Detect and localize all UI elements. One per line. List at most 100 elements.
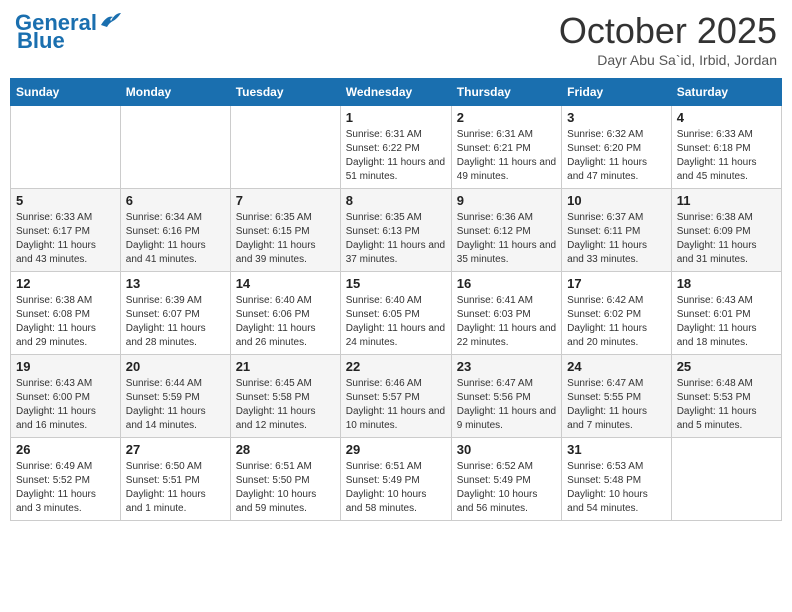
day-info: Sunrise: 6:38 AM Sunset: 6:09 PM Dayligh… — [677, 211, 776, 267]
calendar-cell: 19 Sunrise: 6:43 AM Sunset: 6:00 PM Dayli… — [11, 355, 121, 438]
day-number: 18 — [677, 276, 776, 291]
day-number: 29 — [346, 442, 446, 457]
day-number: 23 — [457, 359, 556, 374]
day-info: Sunrise: 6:35 AM Sunset: 6:15 PM Dayligh… — [236, 211, 335, 267]
weekday-header-friday: Friday — [562, 79, 672, 106]
day-info: Sunrise: 6:40 AM Sunset: 6:05 PM Dayligh… — [346, 294, 446, 350]
day-info: Sunrise: 6:33 AM Sunset: 6:18 PM Dayligh… — [677, 128, 776, 184]
day-info: Sunrise: 6:36 AM Sunset: 6:12 PM Dayligh… — [457, 211, 556, 267]
calendar-week-row: 19 Sunrise: 6:43 AM Sunset: 6:00 PM Dayli… — [11, 355, 782, 438]
location-subtitle: Dayr Abu Sa`id, Irbid, Jordan — [559, 52, 777, 68]
calendar-cell: 28 Sunrise: 6:51 AM Sunset: 5:50 PM Dayli… — [230, 438, 340, 521]
day-info: Sunrise: 6:49 AM Sunset: 5:52 PM Dayligh… — [16, 460, 115, 516]
day-number: 1 — [346, 110, 446, 125]
day-number: 28 — [236, 442, 335, 457]
day-number: 10 — [567, 193, 666, 208]
day-number: 25 — [677, 359, 776, 374]
calendar-cell: 2Sunrise: 6:31 AM Sunset: 6:21 PM Daylig… — [451, 106, 561, 189]
calendar-week-row: 12Sunrise: 6:38 AM Sunset: 6:08 PM Dayli… — [11, 272, 782, 355]
day-number: 5 — [16, 193, 115, 208]
month-title: October 2025 — [559, 10, 777, 52]
day-number: 4 — [677, 110, 776, 125]
calendar-cell — [671, 438, 781, 521]
day-number: 19 — [16, 359, 115, 374]
calendar-cell: 14 Sunrise: 6:40 AM Sunset: 6:06 PM Dayli… — [230, 272, 340, 355]
day-info: Sunrise: 6:43 AM Sunset: 6:01 PM Dayligh… — [677, 294, 776, 350]
day-number: 17 — [567, 276, 666, 291]
day-info: Sunrise: 6:48 AM Sunset: 5:53 PM Dayligh… — [677, 377, 776, 433]
day-info: Sunrise: 6:40 AM Sunset: 6:06 PM Dayligh… — [236, 294, 335, 350]
day-number: 15 — [346, 276, 446, 291]
calendar-cell: 21Sunrise: 6:45 AM Sunset: 5:58 PM Dayli… — [230, 355, 340, 438]
calendar-cell: 9Sunrise: 6:36 AM Sunset: 6:12 PM Daylig… — [451, 189, 561, 272]
calendar-week-row: 26 Sunrise: 6:49 AM Sunset: 5:52 PM Dayli… — [11, 438, 782, 521]
calendar-cell: 17 Sunrise: 6:42 AM Sunset: 6:02 PM Dayli… — [562, 272, 672, 355]
calendar-cell: 7 Sunrise: 6:35 AM Sunset: 6:15 PM Daylig… — [230, 189, 340, 272]
calendar-table: SundayMondayTuesdayWednesdayThursdayFrid… — [10, 78, 782, 521]
weekday-header-sunday: Sunday — [11, 79, 121, 106]
day-number: 27 — [126, 442, 225, 457]
calendar-cell: 26 Sunrise: 6:49 AM Sunset: 5:52 PM Dayli… — [11, 438, 121, 521]
day-number: 22 — [346, 359, 446, 374]
calendar-cell: 23 Sunrise: 6:47 AM Sunset: 5:56 PM Dayli… — [451, 355, 561, 438]
day-number: 6 — [126, 193, 225, 208]
calendar-cell: 3 Sunrise: 6:32 AM Sunset: 6:20 PM Daylig… — [562, 106, 672, 189]
day-info: Sunrise: 6:52 AM Sunset: 5:49 PM Dayligh… — [457, 460, 556, 516]
calendar-cell — [230, 106, 340, 189]
day-info: Sunrise: 6:47 AM Sunset: 5:56 PM Dayligh… — [457, 377, 556, 433]
logo-blue-text: Blue — [17, 28, 65, 54]
weekday-header-wednesday: Wednesday — [340, 79, 451, 106]
day-number: 3 — [567, 110, 666, 125]
calendar-cell: 27 Sunrise: 6:50 AM Sunset: 5:51 PM Dayli… — [120, 438, 230, 521]
calendar-cell: 11 Sunrise: 6:38 AM Sunset: 6:09 PM Dayli… — [671, 189, 781, 272]
calendar-cell: 13Sunrise: 6:39 AM Sunset: 6:07 PM Dayli… — [120, 272, 230, 355]
calendar-cell: 10 Sunrise: 6:37 AM Sunset: 6:11 PM Dayli… — [562, 189, 672, 272]
day-number: 2 — [457, 110, 556, 125]
calendar-cell: 31Sunrise: 6:53 AM Sunset: 5:48 PM Dayli… — [562, 438, 672, 521]
day-info: Sunrise: 6:43 AM Sunset: 6:00 PM Dayligh… — [16, 377, 115, 433]
weekday-header-monday: Monday — [120, 79, 230, 106]
weekday-header-thursday: Thursday — [451, 79, 561, 106]
day-number: 30 — [457, 442, 556, 457]
calendar-cell: 15 Sunrise: 6:40 AM Sunset: 6:05 PM Dayli… — [340, 272, 451, 355]
day-info: Sunrise: 6:51 AM Sunset: 5:49 PM Dayligh… — [346, 460, 446, 516]
page-header: General Blue October 2025 Dayr Abu Sa`id… — [10, 10, 782, 68]
logo-bird-icon — [99, 11, 121, 29]
calendar-cell: 25 Sunrise: 6:48 AM Sunset: 5:53 PM Dayli… — [671, 355, 781, 438]
day-info: Sunrise: 6:47 AM Sunset: 5:55 PM Dayligh… — [567, 377, 666, 433]
calendar-cell: 18 Sunrise: 6:43 AM Sunset: 6:01 PM Dayli… — [671, 272, 781, 355]
day-info: Sunrise: 6:45 AM Sunset: 5:58 PM Dayligh… — [236, 377, 335, 433]
day-info: Sunrise: 6:38 AM Sunset: 6:08 PM Dayligh… — [16, 294, 115, 350]
calendar-week-row: 1 Sunrise: 6:31 AM Sunset: 6:22 PM Daylig… — [11, 106, 782, 189]
calendar-cell: 30 Sunrise: 6:52 AM Sunset: 5:49 PM Dayli… — [451, 438, 561, 521]
calendar-cell: 29 Sunrise: 6:51 AM Sunset: 5:49 PM Dayli… — [340, 438, 451, 521]
calendar-cell: 20Sunrise: 6:44 AM Sunset: 5:59 PM Dayli… — [120, 355, 230, 438]
day-number: 13 — [126, 276, 225, 291]
day-number: 7 — [236, 193, 335, 208]
calendar-cell: 5Sunrise: 6:33 AM Sunset: 6:17 PM Daylig… — [11, 189, 121, 272]
day-info: Sunrise: 6:50 AM Sunset: 5:51 PM Dayligh… — [126, 460, 225, 516]
day-number: 8 — [346, 193, 446, 208]
calendar-cell: 22Sunrise: 6:46 AM Sunset: 5:57 PM Dayli… — [340, 355, 451, 438]
day-number: 16 — [457, 276, 556, 291]
calendar-week-row: 5Sunrise: 6:33 AM Sunset: 6:17 PM Daylig… — [11, 189, 782, 272]
weekday-header-tuesday: Tuesday — [230, 79, 340, 106]
day-info: Sunrise: 6:37 AM Sunset: 6:11 PM Dayligh… — [567, 211, 666, 267]
day-info: Sunrise: 6:32 AM Sunset: 6:20 PM Dayligh… — [567, 128, 666, 184]
calendar-body: 1 Sunrise: 6:31 AM Sunset: 6:22 PM Daylig… — [11, 106, 782, 521]
calendar-cell: 16Sunrise: 6:41 AM Sunset: 6:03 PM Dayli… — [451, 272, 561, 355]
day-number: 14 — [236, 276, 335, 291]
day-info: Sunrise: 6:34 AM Sunset: 6:16 PM Dayligh… — [126, 211, 225, 267]
day-number: 31 — [567, 442, 666, 457]
day-number: 26 — [16, 442, 115, 457]
calendar-cell: 8Sunrise: 6:35 AM Sunset: 6:13 PM Daylig… — [340, 189, 451, 272]
day-info: Sunrise: 6:31 AM Sunset: 6:22 PM Dayligh… — [346, 128, 446, 184]
title-block: October 2025 Dayr Abu Sa`id, Irbid, Jord… — [559, 10, 777, 68]
logo: General Blue — [15, 10, 121, 54]
day-number: 20 — [126, 359, 225, 374]
day-info: Sunrise: 6:42 AM Sunset: 6:02 PM Dayligh… — [567, 294, 666, 350]
day-number: 11 — [677, 193, 776, 208]
day-info: Sunrise: 6:51 AM Sunset: 5:50 PM Dayligh… — [236, 460, 335, 516]
calendar-cell — [120, 106, 230, 189]
calendar-cell: 4 Sunrise: 6:33 AM Sunset: 6:18 PM Daylig… — [671, 106, 781, 189]
